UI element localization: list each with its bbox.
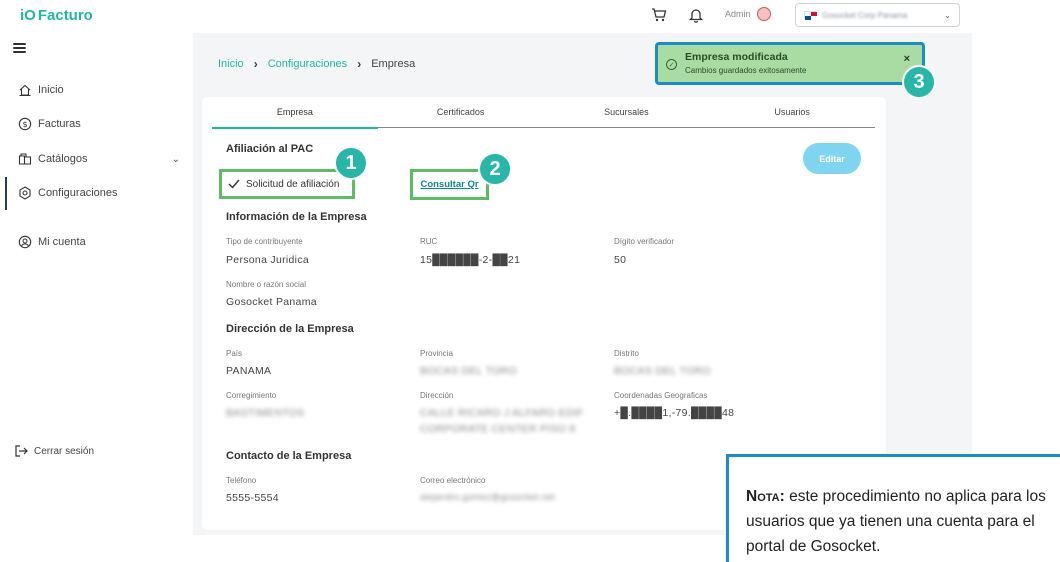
distrito-label: Distrito xyxy=(614,349,639,358)
dv-value: 50 xyxy=(614,254,627,266)
sidebar-item-facturas[interactable]: $ Facturas xyxy=(18,117,180,131)
logout-button[interactable]: Cerrar sesión xyxy=(14,444,94,458)
pais-label: País xyxy=(226,349,243,358)
section-title-contacto: Contacto de la Empresa xyxy=(226,450,352,462)
edit-button[interactable]: Editar xyxy=(803,143,861,174)
tab-certificados[interactable]: Certificados xyxy=(378,103,544,127)
affiliation-status: Solicitud de afiliación xyxy=(246,178,340,190)
corregimiento-value: BASTIMENTOS xyxy=(226,407,305,419)
breadcrumb-empresa: Empresa xyxy=(371,58,416,70)
active-indicator xyxy=(5,177,7,210)
logout-icon xyxy=(15,445,28,457)
consultar-qr-link[interactable]: Consultar Qr xyxy=(420,179,478,190)
tab-bar: Empresa Certificados Sucursales Usuarios xyxy=(212,103,875,129)
coordenadas-value: +█.████1,-79.████48 xyxy=(614,407,735,419)
sidebar-item-label: Catálogos xyxy=(38,153,88,165)
tab-empresa[interactable]: Empresa xyxy=(212,103,378,129)
breadcrumb: Inicio › Configuraciones › Empresa xyxy=(218,57,415,71)
section-title-direccion: Dirección de la Empresa xyxy=(226,323,354,335)
sidebar-item-label: Facturas xyxy=(38,118,81,130)
note-box: Nota: este procedimiento no aplica para … xyxy=(726,454,1060,562)
coordenadas-label: Coordenadas Geograficas xyxy=(614,391,708,400)
svg-text:$: $ xyxy=(22,120,27,129)
step-badge-1: 1 xyxy=(334,146,368,180)
provincia-value: BOCAS DEL TORO xyxy=(420,365,517,377)
provincia-label: Provincia xyxy=(420,349,453,358)
logo-mark: iO xyxy=(20,7,36,24)
note-label: Nota: xyxy=(746,488,785,505)
app-root: iO Facturo Admin Gosocket Corp Panama ⌄ … xyxy=(0,0,1060,562)
distrito-value: BOCAS DEL TORO xyxy=(614,365,711,377)
logout-label: Cerrar sesión xyxy=(34,445,95,457)
correo-label: Correo electrónico xyxy=(420,476,486,485)
toast-message: Cambios guardados exitosamente xyxy=(685,66,807,75)
nombre-label: Nombre o razón social xyxy=(226,280,307,289)
correo-value: alejandro.gomez@gosocket.net xyxy=(420,492,556,502)
sidebar-item-label: Inicio xyxy=(38,84,64,96)
menu-icon[interactable] xyxy=(13,43,26,53)
company-selector[interactable]: Gosocket Corp Panama ⌄ xyxy=(795,3,960,27)
sidebar-item-label: Mi cuenta xyxy=(38,236,86,248)
dollar-icon: $ xyxy=(18,117,32,131)
avatar[interactable] xyxy=(757,7,771,21)
qr-link-callout: Consultar Qr xyxy=(410,169,489,200)
affiliation-status-callout: Solicitud de afiliación xyxy=(219,169,355,199)
telefono-value: 5555-5554 xyxy=(226,492,279,504)
app-logo[interactable]: iO Facturo xyxy=(20,7,93,24)
panama-flag-icon xyxy=(804,11,817,20)
sidebar-item-mi-cuenta[interactable]: Mi cuenta xyxy=(18,235,180,249)
user-name: Admin xyxy=(725,9,751,19)
chevron-right-icon: › xyxy=(253,57,258,71)
bell-icon[interactable] xyxy=(688,7,704,23)
chevron-right-icon: › xyxy=(357,57,362,71)
step-badge-2: 2 xyxy=(478,152,512,186)
step-badge-3: 3 xyxy=(902,65,936,99)
cart-icon[interactable] xyxy=(651,7,667,23)
check-icon xyxy=(228,179,240,189)
dv-label: Dígito verificador xyxy=(614,237,675,246)
logo-text: Facturo xyxy=(37,7,93,24)
sidebar-item-configuraciones[interactable]: Configuraciones xyxy=(18,186,180,200)
corregimiento-label: Corregimiento xyxy=(226,391,277,400)
direccion-value-line2: CORPORATE CENTER PISO 8 xyxy=(420,423,576,435)
tab-sucursales[interactable]: Sucursales xyxy=(544,103,710,127)
toast-title: Empresa modificada xyxy=(685,51,788,63)
gear-icon xyxy=(19,186,31,200)
ruc-value: 15██████-2-██21 xyxy=(420,254,521,266)
tipo-value: Persona Juridica xyxy=(226,254,310,266)
note-text: este procedimiento no aplica para los us… xyxy=(746,488,1046,555)
breadcrumb-configuraciones[interactable]: Configuraciones xyxy=(268,58,348,70)
check-circle-icon: ✓ xyxy=(666,59,677,70)
telefono-label: Teléfono xyxy=(226,476,257,485)
section-title-afiliacion: Afiliación al PAC xyxy=(226,143,314,155)
direccion-label: Dirección xyxy=(420,391,454,400)
breadcrumb-inicio[interactable]: Inicio xyxy=(218,58,244,70)
catalog-icon xyxy=(18,153,32,165)
home-icon xyxy=(19,84,31,96)
account-icon xyxy=(18,235,32,249)
company-name: Gosocket Corp Panama xyxy=(822,10,908,20)
sidebar-item-inicio[interactable]: Inicio xyxy=(18,83,180,97)
sidebar-item-catalogos[interactable]: Catálogos ⌄ xyxy=(18,152,180,166)
success-toast: ✓ Empresa modificada Cambios guardados e… xyxy=(655,42,925,85)
tab-usuarios[interactable]: Usuarios xyxy=(709,103,875,127)
ruc-label: RUC xyxy=(420,237,438,246)
nombre-value: Gosocket Panama xyxy=(226,296,317,308)
sidebar-item-label: Configuraciones xyxy=(38,187,118,199)
chevron-down-icon: ⌄ xyxy=(944,10,951,20)
tipo-label: Tipo de contribuyente xyxy=(226,237,303,246)
direccion-value-line1: CALLE RICARO J ALFARO EDIF xyxy=(420,407,584,419)
section-title-info: Información de la Empresa xyxy=(226,211,367,223)
chevron-down-icon: ⌄ xyxy=(171,153,180,165)
close-icon[interactable]: × xyxy=(904,53,910,65)
pais-value: PANAMA xyxy=(226,365,272,377)
